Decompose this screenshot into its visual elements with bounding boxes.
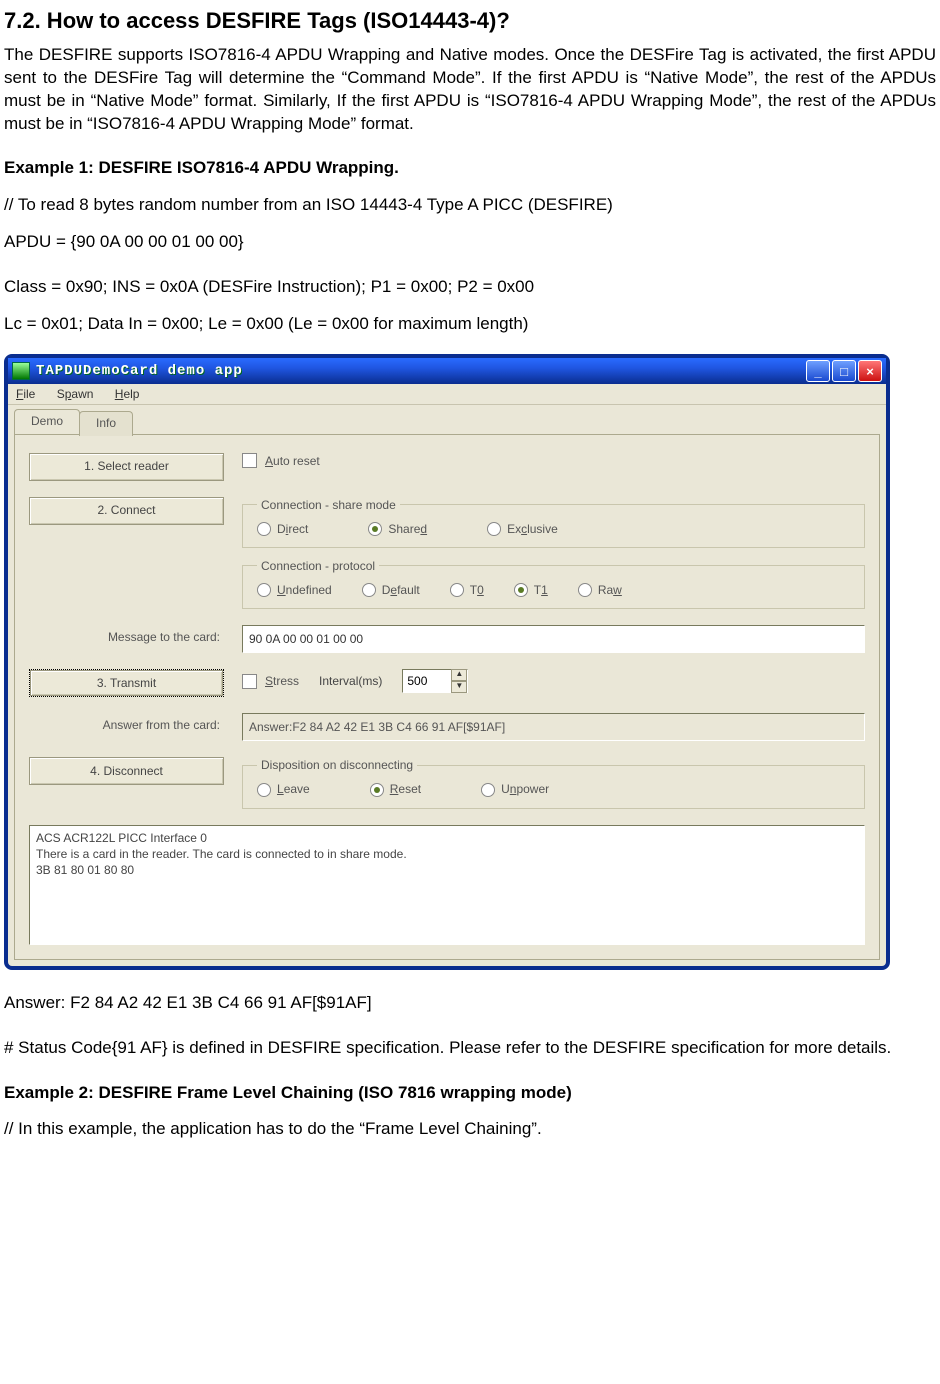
disconnect-button[interactable]: 4. Disconnect bbox=[29, 757, 224, 785]
disposition-legend: Disposition on disconnecting bbox=[257, 757, 417, 773]
interval-input[interactable] bbox=[403, 672, 451, 690]
connect-label: 2. Connect bbox=[97, 502, 155, 518]
answer-output: Answer:F2 84 A2 42 E1 3B C4 66 91 AF[$91… bbox=[242, 713, 865, 741]
stress-label: Stress bbox=[265, 673, 299, 689]
label-exclusive: Exclusive bbox=[507, 521, 558, 537]
window-title: TAPDUDemoCard demo app bbox=[36, 362, 806, 381]
tab-demo[interactable]: Demo bbox=[14, 409, 80, 433]
label-default: Default bbox=[382, 582, 420, 598]
example1-line4: Lc = 0x01; Data In = 0x00; Le = 0x00 (Le… bbox=[4, 313, 936, 336]
connect-button[interactable]: 2. Connect bbox=[29, 497, 224, 525]
menu-file[interactable]: File bbox=[16, 387, 35, 401]
log-output[interactable]: ACS ACR122L PICC Interface 0 There is a … bbox=[29, 825, 865, 945]
protocol-legend: Connection - protocol bbox=[257, 558, 379, 574]
tab-info[interactable]: Info bbox=[79, 411, 133, 435]
status-note: # Status Code{91 AF} is defined in DESFI… bbox=[4, 1037, 936, 1060]
radio-raw[interactable] bbox=[578, 583, 592, 597]
share-mode-group: Connection - share mode Direct Shared Ex… bbox=[242, 497, 865, 548]
message-input[interactable]: 90 0A 00 00 01 00 00 bbox=[242, 625, 865, 653]
minimize-button[interactable]: _ bbox=[806, 360, 830, 382]
stress-checkbox[interactable] bbox=[242, 674, 257, 689]
radio-shared[interactable] bbox=[368, 522, 382, 536]
transmit-label: 3. Transmit bbox=[97, 675, 156, 691]
share-mode-legend: Connection - share mode bbox=[257, 497, 400, 513]
label-shared: Shared bbox=[388, 521, 427, 537]
disposition-group: Disposition on disconnecting Leave Reset… bbox=[242, 757, 865, 808]
example1-line2: APDU = {90 0A 00 00 01 00 00} bbox=[4, 231, 936, 254]
example2-title: Example 2: DESFIRE Frame Level Chaining … bbox=[4, 1082, 936, 1105]
maximize-icon: □ bbox=[840, 365, 848, 378]
auto-reset-checkbox[interactable] bbox=[242, 453, 257, 468]
label-reset: Reset bbox=[390, 781, 421, 797]
tab-strip: Demo Info bbox=[8, 405, 886, 433]
answer-label: Answer from the card: bbox=[29, 713, 224, 733]
transmit-button[interactable]: 3. Transmit bbox=[29, 669, 224, 697]
radio-reset[interactable] bbox=[370, 783, 384, 797]
titlebar[interactable]: TAPDUDemoCard demo app _ □ × bbox=[8, 358, 886, 384]
radio-t0[interactable] bbox=[450, 583, 464, 597]
radio-t1[interactable] bbox=[514, 583, 528, 597]
close-button[interactable]: × bbox=[858, 360, 882, 382]
interval-label: Interval(ms) bbox=[319, 673, 382, 689]
label-direct: Direct bbox=[277, 521, 308, 537]
section-heading: 7.2. How to access DESFIRE Tags (ISO1444… bbox=[4, 6, 936, 36]
app-icon bbox=[12, 362, 30, 380]
close-icon: × bbox=[866, 365, 874, 378]
spinner-down-icon[interactable]: ▼ bbox=[451, 681, 467, 693]
label-t0: T0 bbox=[470, 582, 484, 598]
select-reader-label: 1. Select reader bbox=[84, 458, 169, 474]
auto-reset-label: Auto reset bbox=[265, 453, 320, 469]
label-undefined: Undefined bbox=[277, 582, 332, 598]
radio-direct[interactable] bbox=[257, 522, 271, 536]
radio-exclusive[interactable] bbox=[487, 522, 501, 536]
example2-line1: // In this example, the application has … bbox=[4, 1118, 936, 1141]
maximize-button[interactable]: □ bbox=[832, 360, 856, 382]
protocol-group: Connection - protocol Undefined Default … bbox=[242, 558, 865, 609]
disconnect-label: 4. Disconnect bbox=[90, 763, 163, 779]
radio-default[interactable] bbox=[362, 583, 376, 597]
message-label: Message to the card: bbox=[29, 625, 224, 645]
radio-unpower[interactable] bbox=[481, 783, 495, 797]
menu-bar: File Spawn Help bbox=[8, 384, 886, 405]
menu-help[interactable]: Help bbox=[115, 387, 140, 401]
intro-paragraph: The DESFIRE supports ISO7816-4 APDU Wrap… bbox=[4, 44, 936, 136]
demo-panel: 1. Select reader Auto reset 2. Connect C… bbox=[14, 434, 880, 960]
label-raw: Raw bbox=[598, 582, 622, 598]
label-unpower: Unpower bbox=[501, 781, 549, 797]
select-reader-button[interactable]: 1. Select reader bbox=[29, 453, 224, 481]
radio-undefined[interactable] bbox=[257, 583, 271, 597]
example1-line3: Class = 0x90; INS = 0x0A (DESFire Instru… bbox=[4, 276, 936, 299]
interval-spinner[interactable]: ▲ ▼ bbox=[402, 669, 468, 693]
label-t1: T1 bbox=[534, 582, 548, 598]
minimize-icon: _ bbox=[814, 365, 821, 378]
answer-line: Answer: F2 84 A2 42 E1 3B C4 66 91 AF[$9… bbox=[4, 992, 936, 1015]
app-window: TAPDUDemoCard demo app _ □ × File Spawn … bbox=[4, 354, 890, 970]
example1-line1: // To read 8 bytes random number from an… bbox=[4, 194, 936, 217]
radio-leave[interactable] bbox=[257, 783, 271, 797]
label-leave: Leave bbox=[277, 781, 310, 797]
menu-spawn[interactable]: Spawn bbox=[57, 387, 94, 401]
example1-title: Example 1: DESFIRE ISO7816-4 APDU Wrappi… bbox=[4, 157, 936, 180]
spinner-up-icon[interactable]: ▲ bbox=[451, 669, 467, 681]
